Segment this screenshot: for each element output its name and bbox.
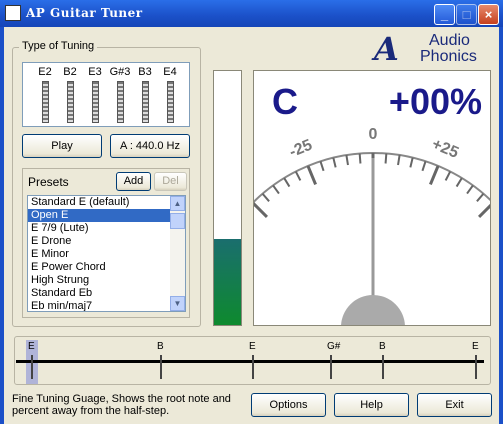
reference-frequency-button[interactable]: A : 440.0 Hz xyxy=(110,134,190,158)
fine-tuning-tick xyxy=(160,355,162,379)
window-title: AP Guitar Tuner xyxy=(26,6,143,20)
string-wire-icon xyxy=(66,81,74,123)
fine-tuning-note-label: G# xyxy=(327,341,341,352)
logo-mark: A xyxy=(374,30,399,68)
status-hint: Fine Tuning Guage, Shows the root note a… xyxy=(12,393,231,417)
scroll-up-icon[interactable]: ▲ xyxy=(170,196,185,211)
fine-tuning-tick xyxy=(252,355,254,379)
gauge-tick xyxy=(409,157,414,168)
string-note: B3 xyxy=(138,66,152,78)
maximize-button: □ xyxy=(456,4,477,25)
gauge-tick xyxy=(444,171,452,181)
add-preset-button[interactable]: Add xyxy=(116,172,151,191)
gauge-tick xyxy=(397,154,401,166)
fine-tuning-note-label: E xyxy=(472,341,479,352)
gauge-tick xyxy=(421,161,427,172)
gauge-scale-label: 0 xyxy=(369,126,378,143)
gauge-scale-label: +25 xyxy=(429,136,461,162)
play-button[interactable]: Play xyxy=(22,134,102,158)
string-5[interactable]: B3 xyxy=(133,66,157,123)
list-item[interactable]: Standard E (default) xyxy=(28,196,171,209)
gauge-tick xyxy=(306,165,317,185)
app-icon[interactable] xyxy=(5,5,21,21)
gauge-tick xyxy=(332,157,337,168)
string-note: E3 xyxy=(88,66,102,78)
presets-scrollbar[interactable]: ▲ ▼ xyxy=(170,196,185,311)
fine-tuning-note-label: E xyxy=(249,341,256,352)
fine-tuning-note-label: B xyxy=(157,341,164,352)
fine-tuning-tick xyxy=(330,355,332,379)
gauge-tick xyxy=(429,165,440,185)
fine-tuning-tick xyxy=(31,355,33,379)
list-item[interactable]: Open E xyxy=(28,209,171,222)
gauge-tick xyxy=(476,193,485,202)
string-6[interactable]: E4 xyxy=(158,66,182,123)
string-note: B2 xyxy=(63,66,77,78)
tuning-group-label: Type of Tuning xyxy=(19,40,98,52)
gauge-scale-label: -25 xyxy=(287,137,315,162)
fine-tuning-note-label: E xyxy=(28,341,35,352)
delete-preset-button: Del xyxy=(154,172,187,191)
close-button[interactable]: × xyxy=(478,4,499,25)
gauge-tick xyxy=(319,161,325,172)
gauge-tick xyxy=(294,171,302,181)
gauge-tick xyxy=(272,184,280,195)
gauge-tick xyxy=(455,177,463,188)
string-note: E4 xyxy=(163,66,177,78)
scroll-thumb[interactable] xyxy=(170,213,185,229)
string-wire-icon xyxy=(166,81,174,123)
fine-tuning-track xyxy=(16,360,484,363)
string-wire-icon xyxy=(116,81,124,123)
fine-tuning-tick xyxy=(382,355,384,379)
gauge-tick xyxy=(283,177,291,188)
minimize-button[interactable]: _ xyxy=(434,4,455,25)
gauge-tick xyxy=(345,154,349,166)
gauge-tick xyxy=(466,184,474,195)
list-item[interactable]: E Power Chord xyxy=(28,261,171,274)
string-3[interactable]: E3 xyxy=(83,66,107,123)
audio-phonics-logo: A Audio Phonics xyxy=(370,30,490,70)
string-wire-icon xyxy=(41,81,49,123)
tuning-gauge: -50-250+25+50 C +00% xyxy=(253,70,491,326)
fine-tuning-tick xyxy=(475,355,477,379)
gauge-tick xyxy=(358,153,362,164)
string-wire-icon xyxy=(141,81,149,123)
string-1[interactable]: E2 xyxy=(33,66,57,123)
input-level-meter xyxy=(213,70,242,326)
list-item[interactable]: E Drone xyxy=(28,235,171,248)
list-item[interactable]: High Strung xyxy=(28,274,171,287)
string-wire-icon xyxy=(91,81,99,123)
input-level-fill xyxy=(214,238,241,325)
title-bar[interactable]: AP Guitar Tuner _ □ × xyxy=(0,0,503,27)
window-border-right xyxy=(499,27,503,424)
strings-display: E2 B2 E3 G#3 B3 E4 xyxy=(22,62,190,127)
presets-panel: Presets Add Del Standard E (default) Ope… xyxy=(22,168,190,318)
options-button[interactable]: Options xyxy=(251,393,326,417)
frequency-label: A : 440.0 Hz xyxy=(120,140,180,152)
list-item[interactable]: Standard Eb xyxy=(28,287,171,300)
help-button[interactable]: Help xyxy=(334,393,409,417)
string-note: G#3 xyxy=(109,66,131,78)
fine-tuning-note-label: B xyxy=(379,341,386,352)
play-button-label: Play xyxy=(51,140,73,152)
list-item[interactable]: E Minor xyxy=(28,248,171,261)
gauge-tick xyxy=(384,153,388,164)
gauge-tick xyxy=(261,193,270,202)
list-item[interactable]: E 7/9 (Lute) xyxy=(28,222,171,235)
gauge-hub xyxy=(341,295,405,325)
detected-note: C xyxy=(272,81,298,122)
string-note: E2 xyxy=(38,66,52,78)
string-4[interactable]: G#3 xyxy=(108,66,132,123)
window-border-left xyxy=(0,27,4,424)
list-item[interactable]: Eb min/maj7 xyxy=(28,300,171,311)
string-2[interactable]: B2 xyxy=(58,66,82,123)
gauge-tick xyxy=(254,201,268,218)
exit-button[interactable]: Exit xyxy=(417,393,492,417)
presets-list[interactable]: Standard E (default) Open E E 7/9 (Lute)… xyxy=(27,195,186,312)
gauge-tick xyxy=(478,203,490,218)
cents-offset: +00% xyxy=(388,81,482,122)
logo-line-phonics: Phonics xyxy=(420,48,477,65)
scroll-down-icon[interactable]: ▼ xyxy=(170,296,185,311)
presets-label: Presets xyxy=(28,175,69,189)
